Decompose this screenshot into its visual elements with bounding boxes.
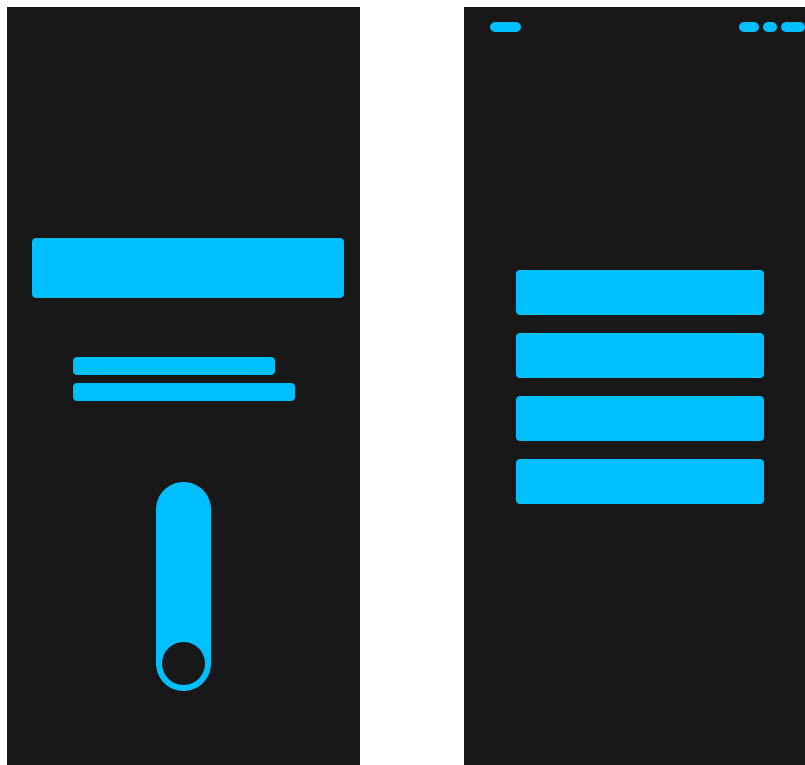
status-bar-left-placeholder xyxy=(490,22,521,32)
slider-knob[interactable] xyxy=(162,642,205,685)
status-indicator-placeholder xyxy=(781,22,805,32)
status-indicator-placeholder xyxy=(763,22,777,32)
menu-button-3[interactable] xyxy=(516,396,764,441)
text-line-placeholder xyxy=(73,357,275,375)
wireframe-screen-right xyxy=(464,7,805,765)
text-line-placeholder xyxy=(73,383,295,401)
menu-button-4[interactable] xyxy=(516,459,764,504)
menu-button-1[interactable] xyxy=(516,270,764,315)
title-placeholder xyxy=(32,238,344,298)
wireframe-screen-left xyxy=(7,7,360,765)
menu-button-2[interactable] xyxy=(516,333,764,378)
status-indicator-placeholder xyxy=(739,22,759,32)
vertical-slider-track[interactable] xyxy=(156,482,211,691)
